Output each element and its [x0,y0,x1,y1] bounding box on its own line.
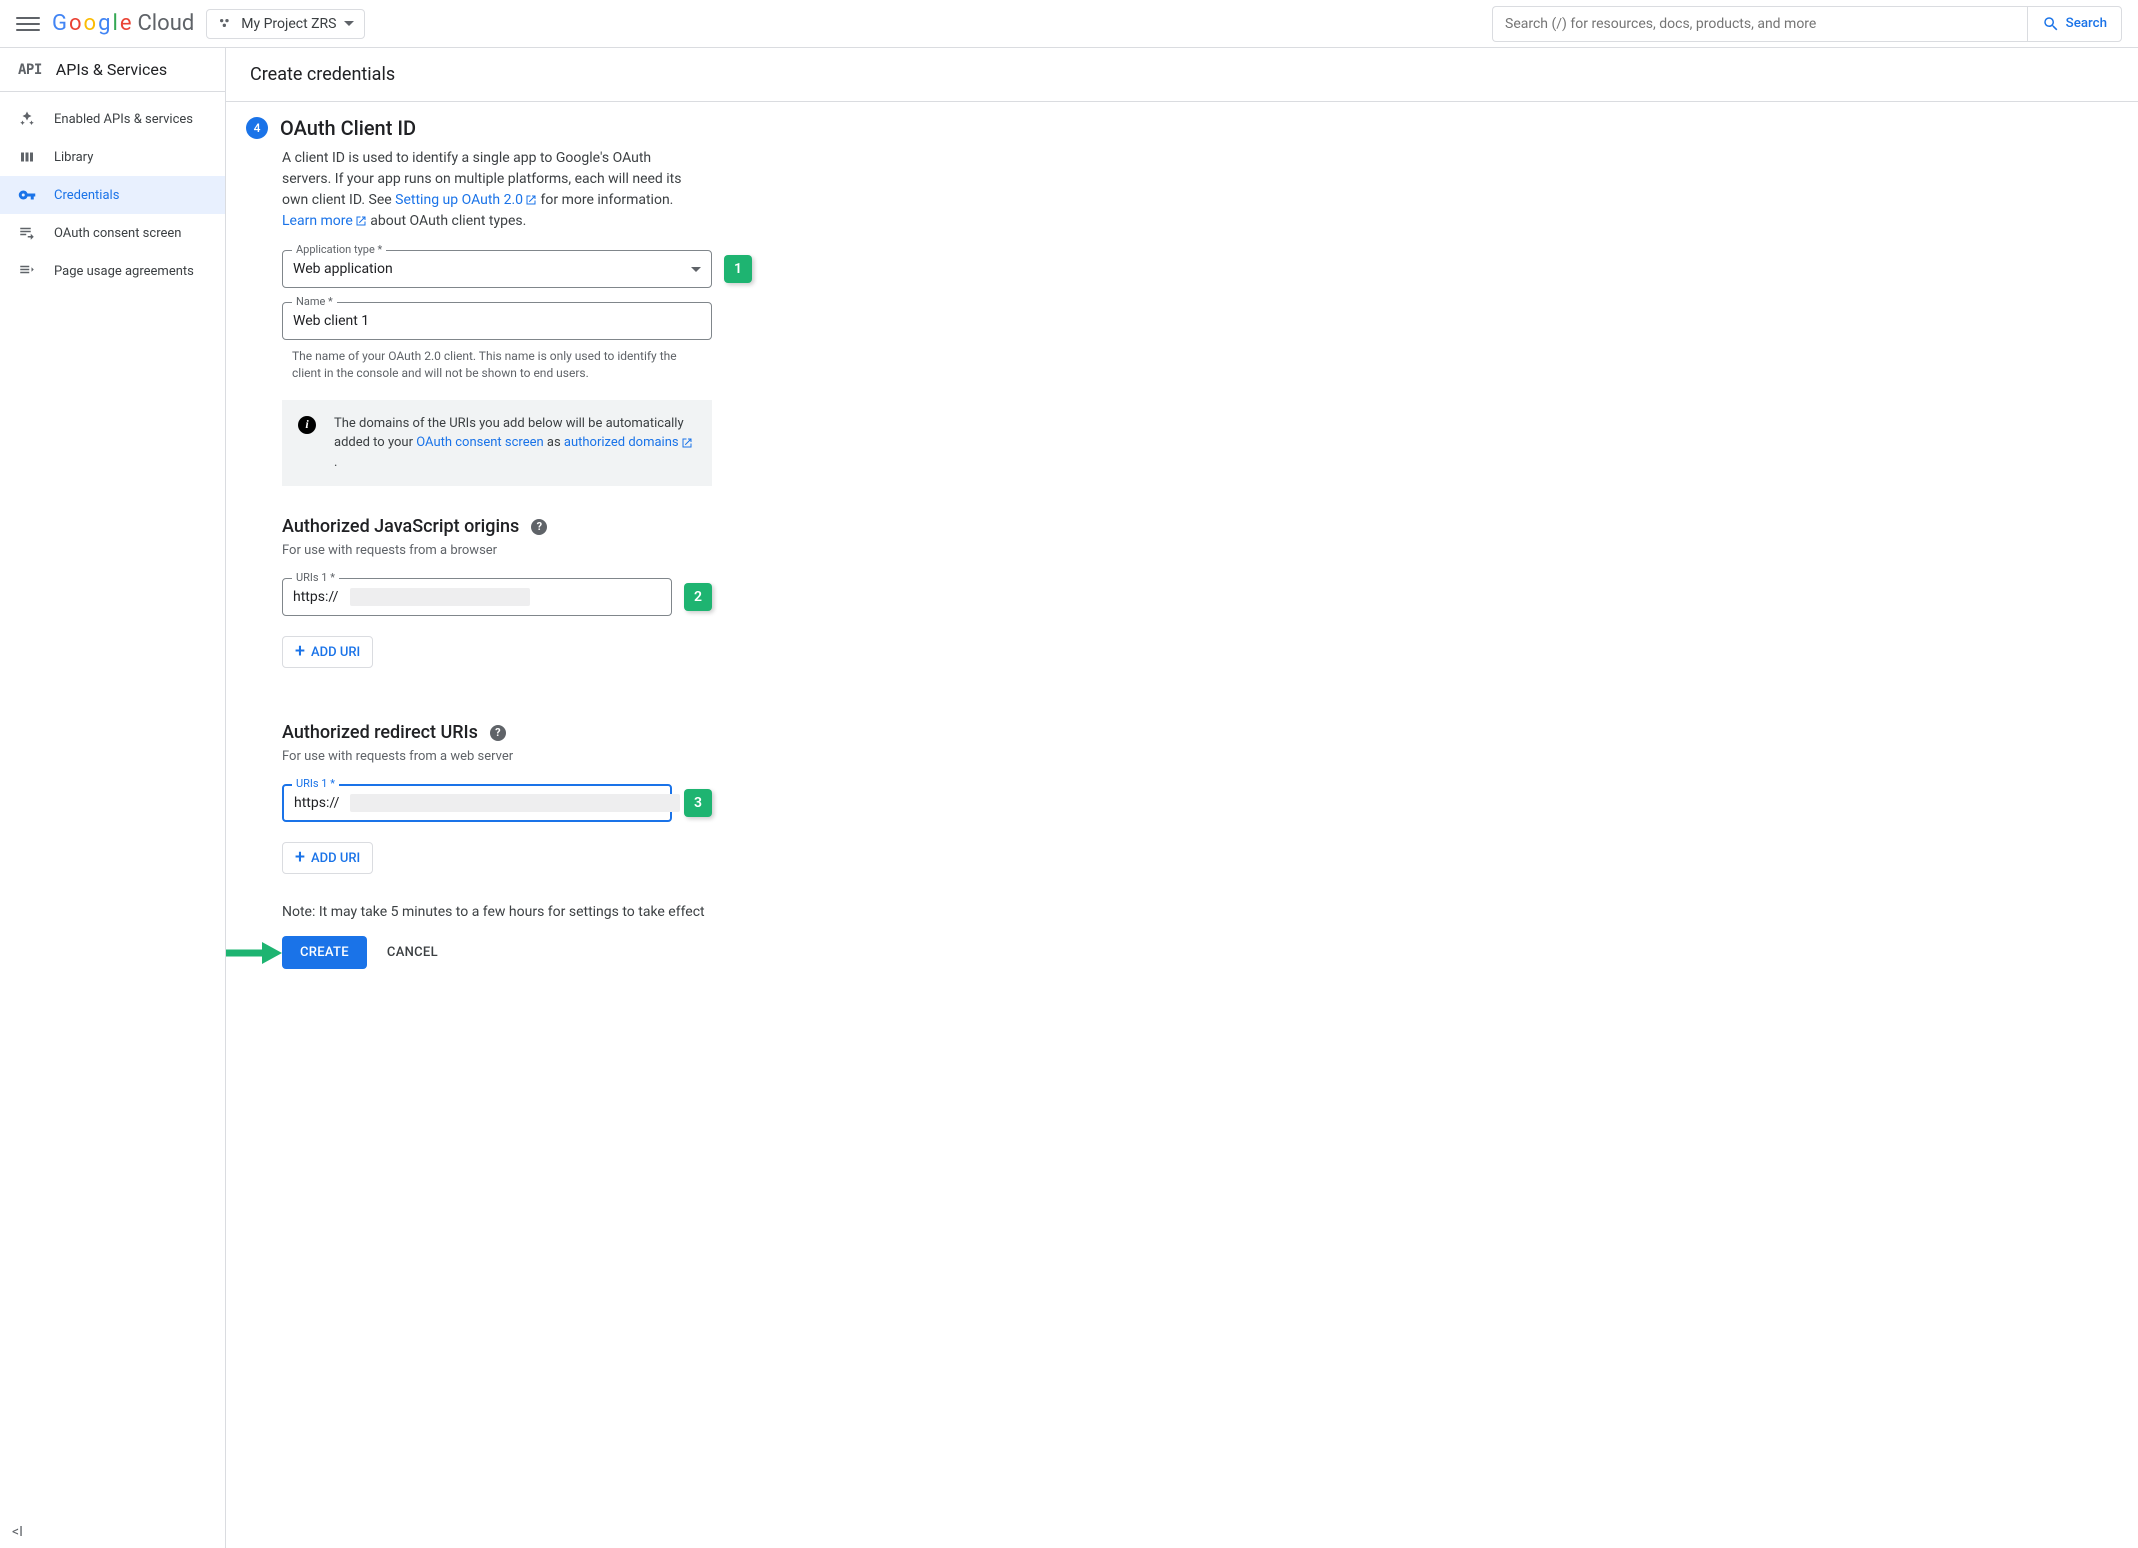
create-button[interactable]: CREATE [282,936,367,969]
plus-icon: + [295,849,305,867]
search-icon [2042,15,2060,33]
page-title: Create credentials [226,48,2138,102]
field-label: Application type [292,243,386,256]
redirect-uris-heading: Authorized redirect URIs ? [282,722,982,743]
sidebar: API APIs & Services Enabled APIs & servi… [0,48,226,1548]
sidebar-item-enabled-apis[interactable]: Enabled APIs & services [0,100,225,138]
link-authorized-domains[interactable]: authorized domains [564,435,693,450]
google-cloud-logo[interactable]: Google Cloud [52,11,194,36]
step-number-badge: 4 [246,117,268,139]
plus-icon: + [295,643,305,661]
step-title: OAuth Client ID [280,116,416,140]
name-input[interactable] [282,302,712,340]
link-learn-more[interactable]: Learn more [282,213,367,229]
step-header: 4 OAuth Client ID [226,102,1006,140]
info-box: i The domains of the URIs you add below … [282,400,712,487]
sidebar-item-library[interactable]: Library [0,138,225,176]
chevron-down-icon [691,267,701,272]
external-link-icon [681,437,693,449]
search-input[interactable] [1492,6,2027,42]
search-button[interactable]: Search [2027,6,2122,42]
add-uri-button[interactable]: + ADD URI [282,636,373,668]
js-origin-uri-field: URIs 1 [282,578,672,616]
redacted-content [350,794,680,812]
cancel-button[interactable]: CANCEL [383,936,442,969]
step-description: A client ID is used to identify a single… [282,148,702,232]
field-label: URIs 1 [292,571,339,584]
callout-marker-3: 3 [684,789,712,817]
external-link-icon [525,194,537,206]
redirect-uri-field: URIs 1 [282,784,672,822]
sidebar-item-label: Page usage agreements [54,264,194,279]
library-icon [18,148,36,166]
chevron-down-icon [344,21,354,26]
application-type-field: Application type Web application [282,250,712,288]
name-field: Name [282,302,712,340]
list-icon [18,262,36,280]
info-icon: i [298,416,316,434]
sidebar-item-label: Credentials [54,188,119,203]
sidebar-item-page-usage[interactable]: Page usage agreements [0,252,225,290]
field-label: URIs 1 [292,777,339,790]
callout-marker-1: 1 [724,255,752,283]
js-origins-desc: For use with requests from a browser [282,543,982,558]
sidebar-item-label: OAuth consent screen [54,226,181,241]
link-oauth-consent[interactable]: OAuth consent screen [416,435,543,450]
menu-icon[interactable] [16,12,40,36]
project-name: My Project ZRS [241,16,336,32]
api-icon: API [18,62,42,78]
sidebar-nav: Enabled APIs & services Library Credenti… [0,92,225,1516]
sidebar-header[interactable]: API APIs & Services [0,48,225,92]
project-selector[interactable]: My Project ZRS [206,9,365,39]
js-origins-heading: Authorized JavaScript origins ? [282,516,982,537]
field-label: Name [292,295,337,308]
help-icon[interactable]: ? [490,725,506,741]
key-icon [18,186,36,204]
collapse-sidebar-icon[interactable]: <I [0,1516,225,1548]
external-link-icon [355,215,367,227]
redacted-content [350,588,530,606]
callout-marker-2: 2 [684,583,712,611]
sidebar-item-label: Library [54,150,93,165]
sidebar-item-oauth-consent[interactable]: OAuth consent screen [0,214,225,252]
search-bar: Search [1492,6,2122,42]
sidebar-item-label: Enabled APIs & services [54,112,193,127]
settings-note: Note: It may take 5 minutes to a few hou… [282,904,982,920]
help-icon[interactable]: ? [531,519,547,535]
sidebar-title: APIs & Services [56,60,167,79]
top-bar: Google Cloud My Project ZRS Search [0,0,2138,48]
project-icon [217,16,233,32]
name-helper-text: The name of your OAuth 2.0 client. This … [292,348,692,382]
annotation-arrow [226,938,282,968]
add-uri-button[interactable]: + ADD URI [282,842,373,874]
consent-icon [18,224,36,242]
sidebar-item-credentials[interactable]: Credentials [0,176,225,214]
link-setup-oauth[interactable]: Setting up OAuth 2.0 [395,192,537,208]
main-content: Create credentials 4 OAuth Client ID A c… [226,48,2138,1548]
diamond-icon [18,110,36,128]
redirect-uris-desc: For use with requests from a web server [282,749,982,764]
